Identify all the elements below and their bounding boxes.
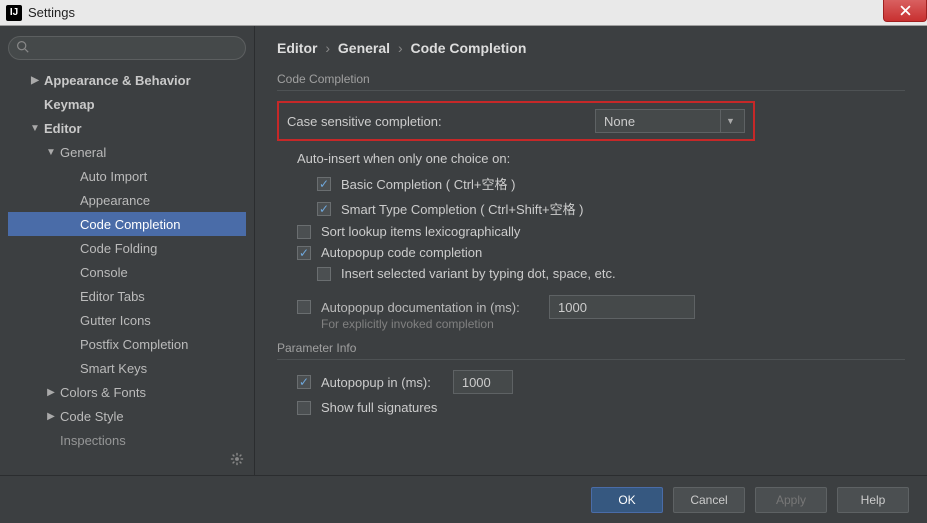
- basic-completion-label: Basic Completion ( Ctrl+空格 ): [341, 174, 515, 193]
- search-icon: [16, 40, 29, 56]
- settings-sidebar: ▶Appearance & BehaviorKeymap▼Editor▼Gene…: [0, 26, 255, 475]
- tree-item-label: Code Folding: [78, 241, 157, 256]
- insert-variant-label: Insert selected variant by typing dot, s…: [341, 266, 616, 281]
- tree-item-label: Inspections: [58, 433, 126, 448]
- chevron-down-icon: ▼: [28, 123, 42, 134]
- tree-item-editor-tabs[interactable]: Editor Tabs: [8, 284, 246, 308]
- breadcrumb-editor[interactable]: Editor: [277, 40, 317, 56]
- autopopup-doc-input[interactable]: [549, 295, 695, 319]
- close-icon: [900, 5, 911, 16]
- tree-item-label: Code Completion: [78, 217, 180, 232]
- window-title: Settings: [28, 5, 75, 20]
- settings-content: Editor › General › Code Completion Code …: [255, 26, 927, 475]
- search-wrap: [8, 36, 246, 60]
- autopopup-doc-row: Autopopup documentation in (ms):: [297, 295, 905, 319]
- tree-item-code-completion[interactable]: Code Completion: [8, 212, 246, 236]
- auto-insert-subheader: Auto-insert when only one choice on:: [297, 151, 905, 166]
- tree-item-code-folding[interactable]: Code Folding: [8, 236, 246, 260]
- tree-item-label: Auto Import: [78, 169, 147, 184]
- smart-completion-label: Smart Type Completion ( Ctrl+Shift+空格 ): [341, 199, 584, 218]
- param-autopopup-label: Autopopup in (ms):: [321, 375, 431, 390]
- tree-item-smart-keys[interactable]: Smart Keys: [8, 356, 246, 380]
- tree-item-label: Smart Keys: [78, 361, 147, 376]
- tree-item-code-style[interactable]: ▶Code Style: [8, 404, 246, 428]
- tree-item-label: Code Style: [58, 409, 124, 424]
- chevron-right-icon: ▶: [44, 387, 58, 398]
- autopopup-doc-hint: For explicitly invoked completion: [321, 317, 905, 331]
- apply-button[interactable]: Apply: [755, 487, 827, 513]
- show-full-signatures-checkbox[interactable]: [297, 401, 311, 415]
- tree-item-general[interactable]: ▼General: [8, 140, 246, 164]
- tree-item-label: Console: [78, 265, 128, 280]
- tree-item-label: Editor: [42, 121, 82, 136]
- sort-lexicographically-label: Sort lookup items lexicographically: [321, 224, 520, 239]
- search-input[interactable]: [8, 36, 246, 60]
- cancel-button[interactable]: Cancel: [673, 487, 745, 513]
- basic-completion-checkbox[interactable]: [317, 177, 331, 191]
- settings-tree[interactable]: ▶Appearance & BehaviorKeymap▼Editor▼Gene…: [8, 68, 246, 475]
- tree-item-label: Appearance: [78, 193, 150, 208]
- tree-item-appearance-behavior[interactable]: ▶Appearance & Behavior: [8, 68, 246, 92]
- main-area: ▶Appearance & BehaviorKeymap▼Editor▼Gene…: [0, 26, 927, 475]
- param-autopopup-checkbox[interactable]: [297, 375, 311, 389]
- autopopup-code-label: Autopopup code completion: [321, 245, 482, 260]
- case-sensitive-value: None: [604, 114, 635, 129]
- basic-completion-row[interactable]: Basic Completion ( Ctrl+空格 ): [317, 174, 905, 193]
- tree-item-auto-import[interactable]: Auto Import: [8, 164, 246, 188]
- show-full-signatures-label: Show full signatures: [321, 400, 437, 415]
- breadcrumb-sep: ›: [325, 40, 330, 56]
- case-sensitive-select[interactable]: None ▼: [595, 109, 745, 133]
- case-sensitive-row-highlight: Case sensitive completion: None ▼: [277, 101, 755, 141]
- tree-item-gutter-icons[interactable]: Gutter Icons: [8, 308, 246, 332]
- help-button[interactable]: Help: [837, 487, 909, 513]
- insert-variant-row[interactable]: Insert selected variant by typing dot, s…: [317, 266, 905, 281]
- chevron-right-icon: ▶: [28, 75, 42, 86]
- gear-icon[interactable]: [230, 452, 244, 469]
- titlebar: IJ Settings: [0, 0, 927, 26]
- section-code-completion-title: Code Completion: [277, 72, 905, 86]
- autopopup-code-checkbox[interactable]: [297, 246, 311, 260]
- autopopup-code-row[interactable]: Autopopup code completion: [297, 245, 905, 260]
- chevron-right-icon: ▶: [44, 411, 58, 422]
- smart-completion-checkbox[interactable]: [317, 202, 331, 216]
- smart-completion-row[interactable]: Smart Type Completion ( Ctrl+Shift+空格 ): [317, 199, 905, 218]
- section-parameter-info-title: Parameter Info: [277, 341, 905, 355]
- tree-item-inspections[interactable]: Inspections: [8, 428, 246, 452]
- sort-lexicographically-row[interactable]: Sort lookup items lexicographically: [297, 224, 905, 239]
- chevron-down-icon: ▼: [720, 110, 740, 132]
- tree-item-postfix-completion[interactable]: Postfix Completion: [8, 332, 246, 356]
- tree-item-label: Editor Tabs: [78, 289, 145, 304]
- tree-item-label: Keymap: [42, 97, 95, 112]
- tree-item-label: Appearance & Behavior: [42, 73, 191, 88]
- sort-lexicographically-checkbox[interactable]: [297, 225, 311, 239]
- breadcrumb-general[interactable]: General: [338, 40, 390, 56]
- tree-item-colors-fonts[interactable]: ▶Colors & Fonts: [8, 380, 246, 404]
- tree-item-appearance[interactable]: Appearance: [8, 188, 246, 212]
- tree-item-editor[interactable]: ▼Editor: [8, 116, 246, 140]
- app-icon: IJ: [6, 5, 22, 21]
- tree-item-label: General: [58, 145, 106, 160]
- breadcrumb: Editor › General › Code Completion: [277, 40, 905, 56]
- autopopup-doc-label: Autopopup documentation in (ms):: [321, 300, 520, 315]
- breadcrumb-sep: ›: [398, 40, 403, 56]
- case-sensitive-label: Case sensitive completion:: [287, 114, 442, 129]
- tree-item-label: Colors & Fonts: [58, 385, 146, 400]
- insert-variant-checkbox[interactable]: [317, 267, 331, 281]
- chevron-down-icon: ▼: [44, 147, 58, 158]
- tree-item-label: Postfix Completion: [78, 337, 188, 352]
- autopopup-doc-checkbox[interactable]: [297, 300, 311, 314]
- param-autopopup-input[interactable]: [453, 370, 513, 394]
- tree-item-keymap[interactable]: Keymap: [8, 92, 246, 116]
- breadcrumb-codecompletion: Code Completion: [411, 40, 527, 56]
- tree-item-console[interactable]: Console: [8, 260, 246, 284]
- close-button[interactable]: [883, 0, 927, 22]
- section-divider: [277, 90, 905, 91]
- tree-item-label: Gutter Icons: [78, 313, 151, 328]
- param-autopopup-row[interactable]: Autopopup in (ms):: [297, 370, 905, 394]
- section-divider: [277, 359, 905, 360]
- ok-button[interactable]: OK: [591, 487, 663, 513]
- show-full-signatures-row[interactable]: Show full signatures: [297, 400, 905, 415]
- dialog-footer: OK Cancel Apply Help: [0, 475, 927, 523]
